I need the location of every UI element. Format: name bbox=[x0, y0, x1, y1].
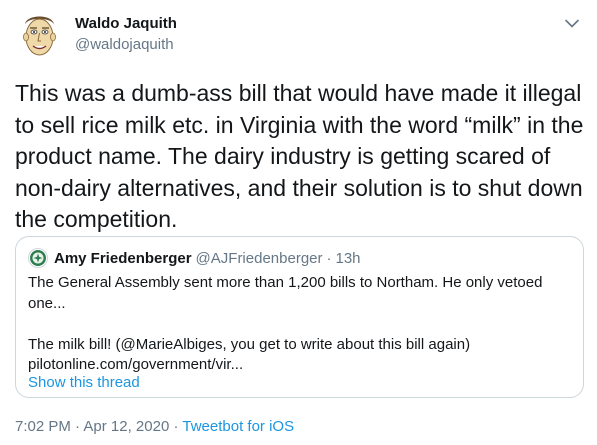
author-name[interactable]: Waldo Jaquith bbox=[75, 14, 177, 34]
tweet-text: This was a dumb-ass bill that would have… bbox=[15, 80, 584, 232]
show-thread-link[interactable]: Show this thread bbox=[28, 374, 140, 391]
tweet-date[interactable]: Apr 12, 2020 bbox=[83, 418, 169, 435]
chevron-down-icon bbox=[565, 19, 579, 27]
author-block: Waldo Jaquith @waldojaquith bbox=[75, 14, 177, 55]
author-avatar[interactable] bbox=[15, 10, 64, 59]
green-badge-icon bbox=[30, 250, 46, 266]
tweet-card: Waldo Jaquith @waldojaquith This was a d… bbox=[0, 0, 597, 445]
more-options-button[interactable] bbox=[563, 14, 581, 32]
quoted-separator: · bbox=[326, 249, 332, 267]
footer-separator: · bbox=[75, 418, 81, 435]
tweet-time[interactable]: 7:02 PM bbox=[15, 418, 71, 435]
author-handle[interactable]: @waldojaquith bbox=[75, 35, 177, 55]
tweet-footer: 7:02 PM · Apr 12, 2020 · Tweetbot for iO… bbox=[15, 418, 294, 435]
quoted-author-handle[interactable]: @AJFriedenberger bbox=[196, 250, 323, 267]
quoted-tweet-header: Amy Friedenberger @AJFriedenberger · 13h bbox=[28, 248, 361, 268]
quoted-author-avatar[interactable] bbox=[28, 248, 48, 268]
quoted-tweet[interactable]: Amy Friedenberger @AJFriedenberger · 13h… bbox=[15, 236, 584, 398]
quoted-tweet-text: The General Assembly sent more than 1,20… bbox=[28, 274, 543, 373]
quoted-timestamp[interactable]: 13h bbox=[336, 250, 361, 267]
tweet-source-link[interactable]: Tweetbot for iOS bbox=[182, 418, 294, 435]
footer-separator-2: · bbox=[173, 418, 179, 435]
quoted-author-name[interactable]: Amy Friedenberger bbox=[54, 250, 192, 267]
cartoon-face-icon bbox=[23, 16, 56, 56]
